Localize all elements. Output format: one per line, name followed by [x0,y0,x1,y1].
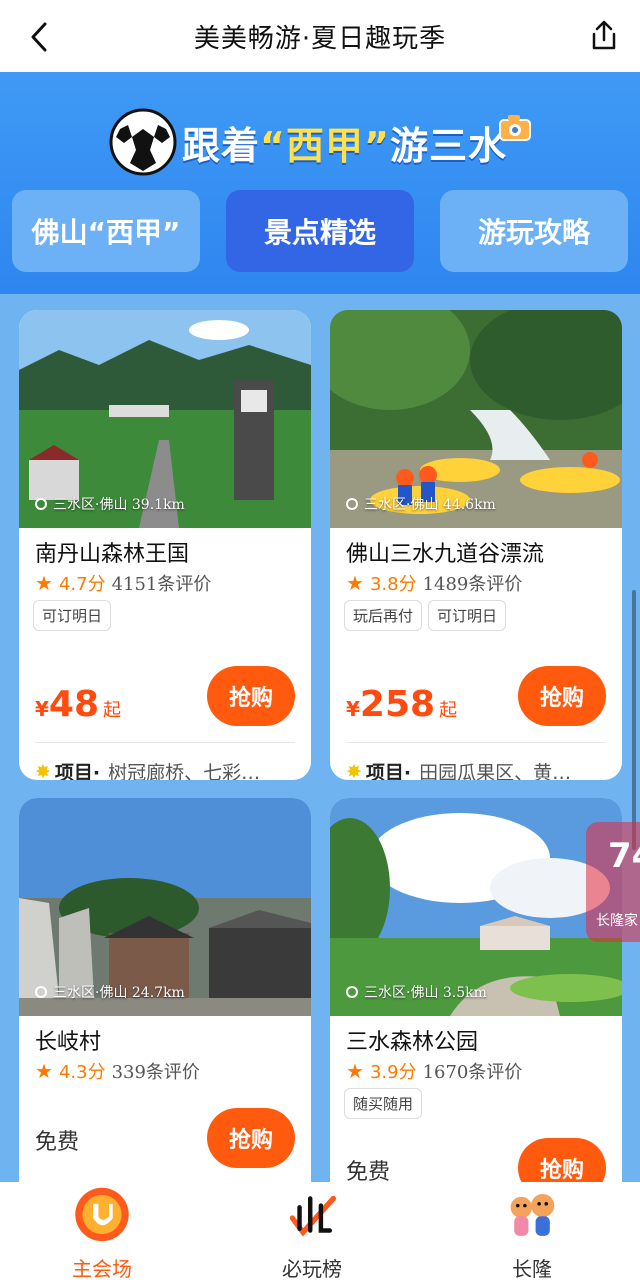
attraction-name: 三水森林公园 [346,1030,479,1055]
tab-featured-spots[interactable]: 景点精选 [226,190,414,272]
attraction-grid: 三水区·佛山 39.1km 南丹山森林王国 ★ 4.7分 4151条评价 可订明… [0,294,640,1194]
buy-button[interactable]: 抢购 [207,666,295,726]
tab-foshan-laliga[interactable]: 佛山“西甲” [12,190,200,272]
location-pin-icon [35,986,47,998]
location-pin-icon [346,498,358,510]
top-bar: 美美畅游·夏日趣玩季 [0,0,640,72]
buy-button[interactable]: 抢购 [207,1108,295,1168]
star-icon: ★ [346,1059,364,1083]
attraction-photo: 三水区·佛山 39.1km [19,310,311,528]
category-tabs: 佛山“西甲” 景点精选 游玩攻略 [12,190,628,272]
tag: 随买随用 [344,1088,423,1119]
rating-score: 4.7分 [58,574,106,595]
nav-chimelong[interactable]: 长隆 [462,1182,602,1282]
star-icon: ★ [35,571,53,595]
tiger-mascot-icon [510,1194,555,1236]
location-label: 三水区·佛山 44.6km [346,494,496,514]
tag: 可订明日 [33,600,112,631]
main-venue-icon [75,1187,129,1242]
divider [346,742,606,743]
page-title: 美美畅游·夏日趣玩季 [193,23,447,54]
sparkle-icon: ✸ [346,760,362,781]
rating-row: ★ 3.9分 1670条评价 [346,1058,522,1084]
attraction-card[interactable]: 三水区·佛山 3.5km 三水森林公园 ★ 3.9分 1670条评价 随买随用 … [330,798,622,1194]
price: ¥48 起 [35,684,122,725]
tag-list: 可订明日 [33,600,112,631]
location-label: 三水区·佛山 3.5km [346,982,487,1002]
floating-promo-badge[interactable]: 74 长隆家 [586,822,640,942]
share-icon[interactable] [588,18,620,54]
headline-text: 跟着“西甲”游三水 [182,123,507,168]
review-count: 1489条评价 [422,574,523,595]
attraction-photo: 三水区·佛山 44.6km [330,310,622,528]
camera-icon [499,115,531,141]
star-icon: ★ [346,571,364,595]
rating-score: 3.9分 [369,1062,417,1083]
nav-must-play[interactable]: 必玩榜 [242,1182,382,1282]
items-row: ✸ 项目· 树冠廊桥、七彩… [35,758,260,781]
review-count: 1670条评价 [422,1062,523,1083]
tag-list: 玩后再付 可订明日 [344,600,507,631]
rating-score: 4.3分 [58,1062,106,1083]
nav-main-venue[interactable]: 主会场 [32,1182,172,1282]
star-icon: ★ [35,1059,53,1083]
attraction-photo: 三水区·佛山 3.5km [330,798,622,1016]
review-count: 339条评价 [111,1062,200,1083]
must-play-icon [289,1195,337,1237]
tab-travel-guide[interactable]: 游玩攻略 [440,190,628,272]
rating-row: ★ 4.7分 4151条评价 [35,570,211,596]
items-row: ✸ 项目· 田园瓜果区、黄… [346,758,571,781]
rating-score: 3.8分 [369,574,417,595]
attraction-card[interactable]: 三水区·佛山 39.1km 南丹山森林王国 ★ 4.7分 4151条评价 可订明… [19,310,311,780]
attraction-card[interactable]: 三水区·佛山 44.6km 佛山三水九道谷漂流 ★ 3.8分 1489条评价 玩… [330,310,622,780]
bottom-nav: 主会场 必玩榜 长隆 [0,1182,640,1282]
banner-headline: 跟着“西甲”游三水 [108,94,507,190]
attraction-name: 长岐村 [35,1030,102,1055]
attraction-name: 佛山三水九道谷漂流 [346,542,545,567]
scrollbar[interactable] [632,590,636,850]
attraction-photo: 三水区·佛山 24.7km [19,798,311,1016]
rating-row: ★ 4.3分 339条评价 [35,1058,200,1084]
location-label: 三水区·佛山 24.7km [35,982,185,1002]
back-icon[interactable] [24,20,54,54]
tag: 玩后再付 [344,600,423,631]
attraction-name: 南丹山森林王国 [35,542,190,567]
soccer-ball-icon [109,108,177,176]
rating-row: ★ 3.8分 1489条评价 [346,570,522,596]
tag-list: 随买随用 [344,1088,423,1119]
sparkle-icon: ✸ [35,760,51,781]
divider [35,742,295,743]
attraction-card[interactable]: 三水区·佛山 24.7km 长岐村 ★ 4.3分 339条评价 免费 抢购 [19,798,311,1194]
tag: 可订明日 [428,600,507,631]
free-label: 免费 [35,1130,80,1155]
banner: 跟着“西甲”游三水 佛山“西甲” 景点精选 游玩攻略 [0,72,640,294]
location-pin-icon [346,986,358,998]
location-label: 三水区·佛山 39.1km [35,494,185,514]
price: ¥258 起 [346,684,458,725]
location-pin-icon [35,498,47,510]
buy-button[interactable]: 抢购 [518,666,606,726]
review-count: 4151条评价 [111,574,212,595]
